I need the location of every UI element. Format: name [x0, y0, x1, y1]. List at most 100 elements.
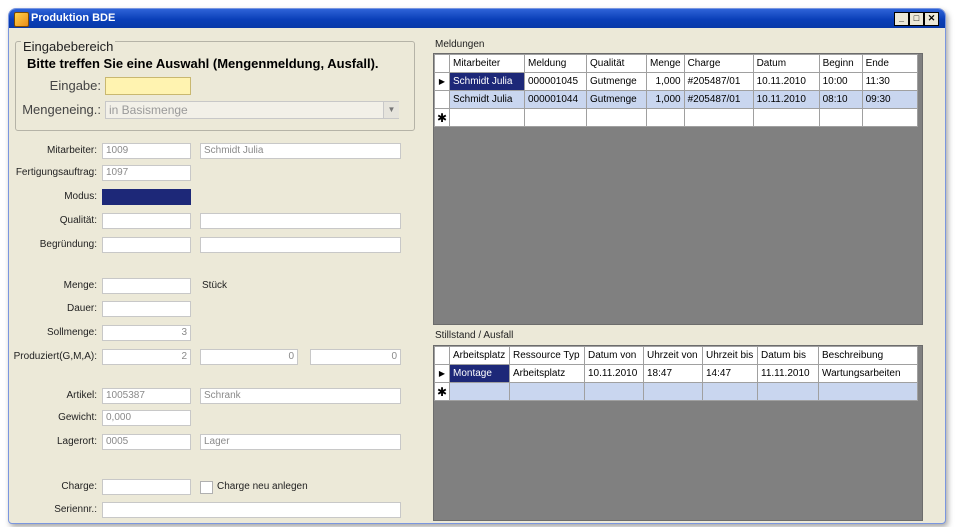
table-cell[interactable]: 10.11.2010: [584, 364, 644, 383]
table-cell[interactable]: [757, 382, 819, 401]
fertigungsauftrag-field[interactable]: 1097: [102, 165, 191, 181]
table-cell[interactable]: [818, 108, 863, 127]
new-row-asterisk-icon: ✱: [434, 382, 450, 401]
column-header[interactable]: Mitarbeiter: [449, 54, 525, 73]
produziert-label: Produziert(G,M,A):: [13, 351, 97, 362]
column-header[interactable]: Datum von: [584, 346, 644, 365]
table-cell[interactable]: [586, 108, 647, 127]
table-cell[interactable]: Schmidt Julia: [449, 90, 525, 109]
meldungen-grid[interactable]: Mitarbeiter Meldung Qualität Menge Charg…: [433, 53, 923, 325]
artikel-id-field[interactable]: 1005387: [102, 388, 191, 404]
table-cell[interactable]: [524, 108, 587, 127]
table-cell[interactable]: Arbeitsplatz: [509, 364, 585, 383]
close-button[interactable]: ✕: [924, 12, 939, 26]
column-header[interactable]: Charge: [683, 54, 754, 73]
table-cell[interactable]: Gutmenge: [586, 90, 647, 109]
produziert-m-field[interactable]: 0: [200, 349, 298, 365]
table-cell[interactable]: Wartungsarbeiten: [818, 364, 918, 383]
input-group-title: Eingabebereich: [21, 39, 116, 54]
table-cell[interactable]: 14:47: [702, 364, 758, 383]
column-header[interactable]: Menge: [646, 54, 685, 73]
table-cell[interactable]: 10:00: [818, 72, 863, 91]
lagerort-name-field[interactable]: Lager: [200, 434, 401, 450]
begruendung-text-field[interactable]: [200, 237, 401, 253]
column-header[interactable]: Qualität: [586, 54, 647, 73]
dauer-label: Dauer:: [66, 303, 97, 314]
mengeneing-value: in Basismenge: [109, 103, 188, 117]
column-header[interactable]: Arbeitsplatz: [449, 346, 510, 365]
table-cell[interactable]: 11.11.2010: [757, 364, 819, 383]
qualitaet-code-field[interactable]: [102, 213, 191, 229]
table-row[interactable]: Schmidt Julia 000001044 Gutmenge 1,000 #…: [434, 90, 919, 109]
table-cell[interactable]: [509, 382, 585, 401]
table-cell[interactable]: [702, 382, 758, 401]
column-header[interactable]: Uhrzeit bis: [702, 346, 758, 365]
table-cell[interactable]: [861, 108, 919, 127]
table-cell[interactable]: #205487/01: [683, 90, 754, 109]
table-cell[interactable]: [752, 108, 820, 127]
column-header[interactable]: Meldung: [524, 54, 587, 73]
modus-field[interactable]: [102, 189, 191, 205]
menge-field[interactable]: [102, 278, 191, 294]
table-cell[interactable]: [449, 108, 525, 127]
minimize-button[interactable]: _: [894, 12, 909, 26]
table-cell[interactable]: 18:47: [643, 364, 703, 383]
column-header[interactable]: Ressource Typ: [509, 346, 585, 365]
table-row[interactable]: ▶ Montage Arbeitsplatz 10.11.2010 18:47 …: [434, 364, 918, 383]
table-cell[interactable]: 08:10: [818, 90, 863, 109]
mitarbeiter-id-field[interactable]: 1009: [102, 143, 191, 159]
mitarbeiter-name-field[interactable]: Schmidt Julia: [200, 143, 401, 159]
column-header[interactable]: Datum: [752, 54, 820, 73]
mengeneing-select[interactable]: in Basismenge: [105, 101, 399, 119]
table-cell[interactable]: Montage: [449, 364, 510, 383]
mengeneing-label: Mengeneing.:: [22, 102, 101, 117]
table-cell[interactable]: [646, 108, 685, 127]
table-cell[interactable]: [683, 108, 754, 127]
table-cell[interactable]: 09:30: [861, 90, 919, 109]
stillstand-grid[interactable]: Arbeitsplatz Ressource Typ Datum von Uhr…: [433, 345, 923, 521]
title-bar[interactable]: Produktion BDE _ □ ✕: [9, 9, 945, 28]
produziert-a-field[interactable]: 0: [310, 349, 401, 365]
table-row[interactable]: ▶ Schmidt Julia 000001045 Gutmenge 1,000…: [434, 72, 919, 91]
table-cell[interactable]: [584, 382, 644, 401]
new-row-asterisk-icon: ✱: [434, 108, 450, 127]
new-row[interactable]: ✱: [434, 108, 919, 127]
charge-field[interactable]: [102, 479, 191, 495]
table-cell[interactable]: #205487/01: [683, 72, 754, 91]
table-cell[interactable]: 000001044: [524, 90, 587, 109]
table-cell[interactable]: Gutmenge: [586, 72, 647, 91]
table-cell[interactable]: 1,000: [646, 90, 685, 109]
table-cell[interactable]: [449, 382, 510, 401]
new-row[interactable]: ✱: [434, 382, 918, 401]
column-header[interactable]: Datum bis: [757, 346, 819, 365]
sollmenge-field[interactable]: 3: [102, 325, 191, 341]
table-cell[interactable]: Schmidt Julia: [449, 72, 525, 91]
seriennr-field[interactable]: [102, 502, 401, 518]
table-cell[interactable]: 10.11.2010: [752, 72, 820, 91]
table-cell[interactable]: 11:30: [861, 72, 919, 91]
mitarbeiter-label: Mitarbeiter:: [46, 145, 97, 156]
artikel-name-field[interactable]: Schrank: [200, 388, 401, 404]
produziert-g-field[interactable]: 2: [102, 349, 191, 365]
column-header[interactable]: Beschreibung: [818, 346, 918, 365]
column-header[interactable]: Ende: [861, 54, 919, 73]
table-cell[interactable]: [818, 382, 918, 401]
begruendung-code-field[interactable]: [102, 237, 191, 253]
table-cell[interactable]: 10.11.2010: [752, 90, 820, 109]
meldungen-title: Meldungen: [435, 39, 485, 50]
qualitaet-text-field[interactable]: [200, 213, 401, 229]
chevron-down-icon[interactable]: ▼: [383, 102, 399, 118]
eingabe-input[interactable]: [105, 77, 191, 95]
table-cell[interactable]: 1,000: [646, 72, 685, 91]
charge-neu-checkbox[interactable]: [200, 481, 213, 494]
column-header[interactable]: Uhrzeit von: [643, 346, 703, 365]
meldungen-table: Mitarbeiter Meldung Qualität Menge Charg…: [434, 54, 919, 127]
column-header[interactable]: Beginn: [818, 54, 863, 73]
sollmenge-label: Sollmenge:: [46, 327, 97, 338]
table-cell[interactable]: 000001045: [524, 72, 587, 91]
lagerort-id-field[interactable]: 0005: [102, 434, 191, 450]
gewicht-field[interactable]: 0,000: [102, 410, 191, 426]
dauer-field[interactable]: [102, 301, 191, 317]
maximize-button[interactable]: □: [909, 12, 924, 26]
table-cell[interactable]: [643, 382, 703, 401]
